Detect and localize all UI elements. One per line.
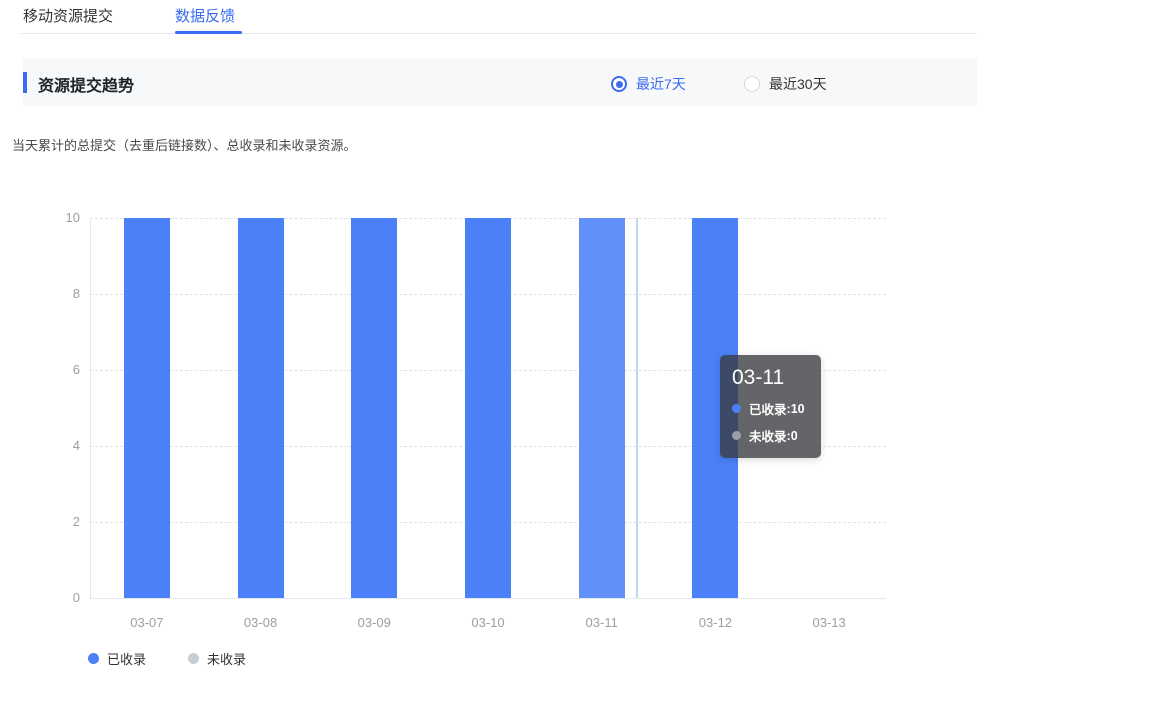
series-dot-icon [732, 431, 741, 440]
y-axis-tick-label: 2 [44, 514, 80, 529]
x-axis-tick-label: 03-13 [772, 615, 886, 630]
axis-pointer-line [636, 218, 638, 598]
y-axis-tick-label: 6 [44, 362, 80, 377]
page: 移动资源提交 数据反馈 资源提交趋势 最近7天 最近30天 当天累计的总提交（去… [0, 0, 1154, 719]
bar-chart: 0246810 03-0703-0803-0903-1003-1103-1203… [0, 0, 1154, 719]
radio-selected-icon [611, 76, 627, 92]
legend-label: 已收录 [107, 649, 146, 668]
y-axis-tick-label: 8 [44, 286, 80, 301]
x-axis-tick-label: 03-07 [90, 615, 204, 630]
radio-last-7-days-label: 最近7天 [636, 74, 686, 94]
tooltip-value: 10 [791, 402, 805, 416]
tooltip-date: 03-11 [732, 366, 809, 390]
x-axis-tick-label: 03-11 [545, 615, 659, 630]
legend-dot-icon [188, 653, 199, 664]
chart-legend: 已收录 未收录 [88, 649, 288, 668]
chart-tooltip: 03-11 已收录 : 10 未收录 : 0 [720, 355, 821, 458]
legend-label: 未收录 [207, 649, 246, 668]
legend-dot-icon [88, 653, 99, 664]
x-axis-tick-label: 03-10 [431, 615, 545, 630]
active-tab-underline [175, 31, 242, 34]
tab-mobile-resource-submit[interactable]: 移动资源提交 [23, 5, 113, 26]
radio-unselected-icon [744, 76, 760, 92]
bar-03-10-已收录[interactable] [465, 218, 511, 598]
y-axis-tick-label: 0 [44, 590, 80, 605]
y-axis-tick-label: 10 [44, 210, 80, 225]
section-accent-bar [23, 72, 27, 93]
radio-last-30-days-label: 最近30天 [769, 74, 827, 94]
y-axis-line [90, 218, 91, 599]
x-axis-line [90, 598, 886, 599]
tooltip-row-not-indexed: 未收录 : 0 [732, 426, 809, 445]
x-axis-tick-label: 03-09 [317, 615, 431, 630]
chart-description: 当天累计的总提交（去重后链接数）、总收录和未收录资源。 [12, 135, 357, 154]
radio-last-7-days[interactable]: 最近7天 [611, 74, 686, 94]
tooltip-value: 0 [791, 429, 798, 443]
bar-03-07-已收录[interactable] [124, 218, 170, 598]
tooltip-label: 已收录 [749, 399, 787, 418]
tab-data-feedback[interactable]: 数据反馈 [175, 5, 235, 26]
section-header: 资源提交趋势 最近7天 最近30天 [23, 58, 977, 106]
x-axis-tick-label: 03-08 [204, 615, 318, 630]
bar-03-08-已收录[interactable] [238, 218, 284, 598]
legend-item-indexed[interactable]: 已收录 [88, 649, 146, 668]
bar-03-11-已收录[interactable] [579, 218, 625, 598]
section-title: 资源提交趋势 [38, 72, 134, 96]
legend-item-not-indexed[interactable]: 未收录 [188, 649, 246, 668]
y-axis-tick-label: 4 [44, 438, 80, 453]
series-dot-icon [732, 404, 741, 413]
tab-bar-divider [20, 33, 977, 34]
tooltip-label: 未收录 [749, 426, 787, 445]
radio-last-30-days[interactable]: 最近30天 [744, 74, 827, 94]
bar-03-09-已收录[interactable] [351, 218, 397, 598]
tab-bar: 移动资源提交 数据反馈 [0, 0, 1154, 34]
x-axis-tick-label: 03-12 [659, 615, 773, 630]
tooltip-row-indexed: 已收录 : 10 [732, 399, 809, 418]
